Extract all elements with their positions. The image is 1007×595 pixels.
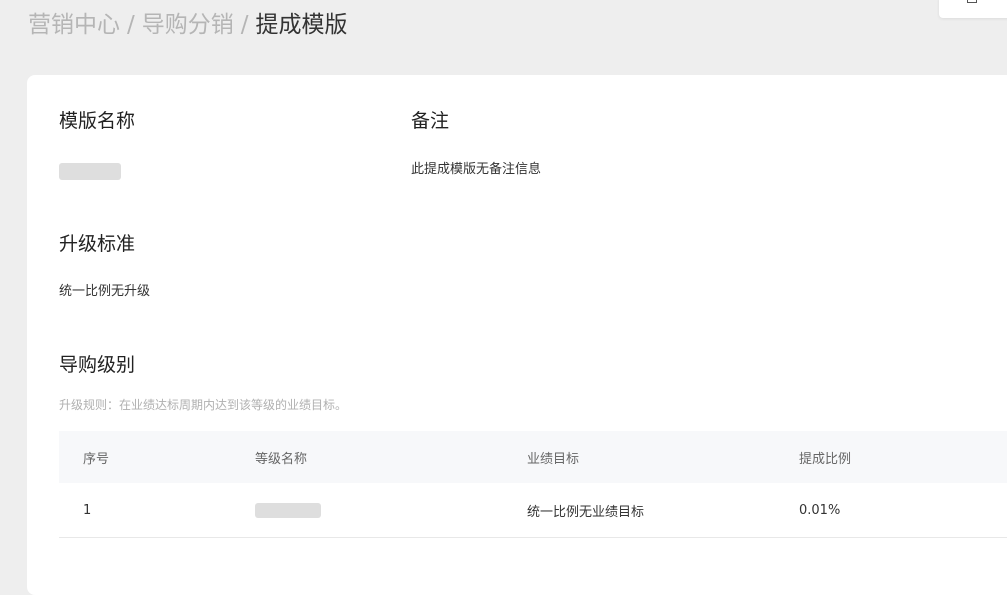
- row-commission-ratio: 0.01%: [799, 502, 841, 518]
- upgrade-standard-label: 升级标准: [59, 233, 136, 255]
- upgrade-standard-value: 统一比例无升级: [59, 284, 151, 299]
- template-name-value-redacted: [59, 163, 121, 180]
- table-row: 1 统一比例无业绩目标 0.01%: [59, 483, 1007, 538]
- column-header-index: 序号: [83, 451, 110, 467]
- template-detail-card: 模版名称 备注 此提成模版无备注信息 升级标准 统一比例无升级 导购级别 升级规…: [27, 75, 1007, 595]
- guide-level-label: 导购级别: [59, 354, 136, 376]
- table-header: 序号 等级名称 业绩目标 提成比例: [59, 431, 1007, 483]
- page-title: 提成模版: [255, 12, 348, 38]
- guide-level-table: 序号 等级名称 业绩目标 提成比例 1 统一比例无业绩目标 0.01%: [59, 431, 1007, 538]
- row-performance-target: 统一比例无业绩目标: [527, 504, 645, 520]
- row-level-name-cell: [255, 483, 321, 537]
- breadcrumb: 营销中心 / 导购分销 / 提成模版: [28, 8, 348, 42]
- breadcrumb-item-guide-distribution[interactable]: 导购分销: [142, 12, 234, 38]
- grid-icon: [967, 0, 977, 3]
- column-header-commission-ratio: 提成比例: [799, 451, 852, 467]
- remark-value: 此提成模版无备注信息: [411, 162, 542, 177]
- column-header-level-name: 等级名称: [255, 451, 308, 467]
- breadcrumb-separator: /: [240, 12, 249, 38]
- breadcrumb-item-marketing-center[interactable]: 营销中心: [28, 12, 120, 38]
- row-index: 1: [83, 502, 92, 518]
- level-name-redacted: [255, 502, 321, 518]
- top-right-toolbar[interactable]: [939, 0, 1007, 18]
- template-name-label: 模版名称: [59, 110, 136, 132]
- remark-label: 备注: [411, 110, 450, 132]
- upgrade-rule-hint: 升级规则：在业绩达标周期内达到该等级的业绩目标。: [59, 398, 348, 412]
- breadcrumb-separator: /: [127, 12, 135, 38]
- column-header-performance-target: 业绩目标: [527, 451, 580, 467]
